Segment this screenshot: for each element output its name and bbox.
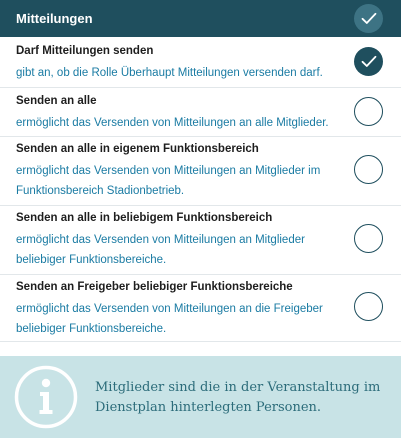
permission-row: Senden an alle in beliebigem Funktionsbe… <box>0 206 401 275</box>
permission-title: Senden an Freigeber beliebiger Funktions… <box>16 281 293 293</box>
checkmark-icon <box>361 55 376 67</box>
permission-title: Senden an alle <box>16 95 97 107</box>
permission-description: ermöglicht das Versenden von Mitteilunge… <box>16 165 321 197</box>
permission-row: Senden an Freigeber beliebiger Funktions… <box>0 275 401 342</box>
permission-row: Senden an alle in eigenem Funktionsberei… <box>0 137 401 206</box>
info-text: Mitglieder sind die in der Veranstaltung… <box>95 380 381 415</box>
permission-row: Senden an alle ermöglicht das Versenden … <box>0 88 401 137</box>
permission-toggle[interactable] <box>354 97 383 126</box>
permission-description: ermöglicht das Versenden von Mitteilunge… <box>16 234 305 266</box>
permission-toggle[interactable] <box>354 47 383 76</box>
permission-row: Darf Mitteilungen senden gibt an, ob die… <box>0 37 401 88</box>
permission-toggle[interactable] <box>354 155 383 184</box>
info-icon <box>14 365 78 429</box>
permission-title: Senden an alle in eigenem Funktionsberei… <box>16 143 259 155</box>
info-box: Mitglieder sind die in der Veranstaltung… <box>0 356 401 438</box>
permission-title: Darf Mitteilungen senden <box>16 45 154 57</box>
section-title: Mitteilungen <box>16 11 93 26</box>
permission-toggle[interactable] <box>354 224 383 253</box>
permission-title: Senden an alle in beliebigem Funktionsbe… <box>16 212 273 224</box>
checkmark-icon <box>361 12 376 24</box>
select-all-toggle[interactable] <box>354 4 383 33</box>
permission-description: ermöglicht das Versenden von Mitteilunge… <box>16 117 329 129</box>
section-header: Mitteilungen <box>0 0 401 37</box>
permissions-panel: Mitteilungen Darf Mitteilungen senden gi… <box>0 0 401 438</box>
permission-toggle[interactable] <box>354 292 383 321</box>
permission-description: gibt an, ob die Rolle Überhaupt Mitteilu… <box>16 67 323 79</box>
permission-description: ermöglicht das Versenden von Mitteilunge… <box>16 303 323 335</box>
